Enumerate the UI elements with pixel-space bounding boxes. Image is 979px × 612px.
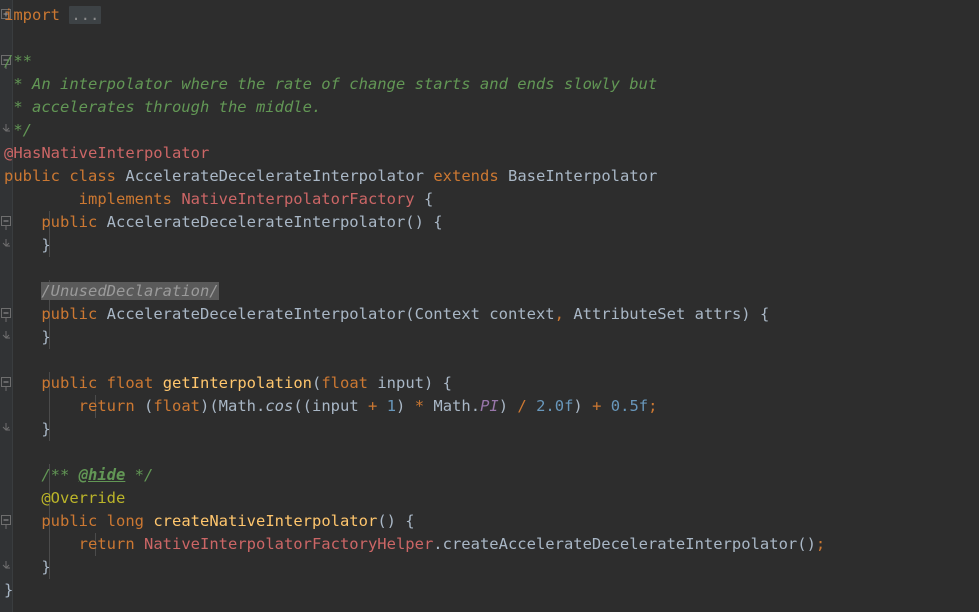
class-math[interactable]: Math — [219, 397, 256, 415]
code-line-23[interactable]: public long createNativeInterpolator() { — [4, 510, 415, 533]
param-type-context[interactable]: Context — [415, 305, 480, 323]
unused-declaration-marker[interactable]: /UnusedDeclaration/ — [41, 282, 218, 300]
code-line-22[interactable]: @Override — [4, 487, 125, 510]
code-line-9[interactable]: implements NativeInterpolatorFactory { — [4, 188, 433, 211]
code-line-17[interactable]: public float getInterpolation(float inpu… — [4, 372, 452, 395]
method-cos[interactable]: cos — [265, 397, 293, 415]
code-line-21[interactable]: /** @hide */ — [4, 464, 153, 487]
code-line-6[interactable]: */ — [4, 119, 32, 142]
annotation-override[interactable]: @Override — [41, 489, 125, 507]
code-line-5[interactable]: * accelerates through the middle. — [4, 96, 321, 119]
javadoc-close: */ — [4, 121, 32, 139]
code-line-14[interactable]: public AccelerateDecelerateInterpolator(… — [4, 303, 769, 326]
code-line-26[interactable]: } — [4, 579, 13, 602]
javadoc-open: /** — [4, 52, 32, 70]
code-line-7[interactable]: @HasNativeInterpolator — [4, 142, 209, 165]
class-name[interactable]: AccelerateDecelerateInterpolator — [125, 167, 424, 185]
annotation-has-native-interpolator[interactable]: @HasNativeInterpolator — [4, 144, 209, 162]
code-line-13[interactable]: /UnusedDeclaration/ — [4, 280, 219, 303]
class-native-interpolator-factory-helper[interactable]: NativeInterpolatorFactoryHelper — [144, 535, 433, 553]
folded-import-widget[interactable]: ... — [69, 6, 101, 24]
method-create-native-interpolator[interactable]: createNativeInterpolator — [153, 512, 377, 530]
constructor-name[interactable]: AccelerateDecelerateInterpolator — [107, 213, 406, 231]
class-math-2[interactable]: Math — [433, 397, 470, 415]
param-type-attributeset[interactable]: AttributeSet — [573, 305, 685, 323]
interface-name[interactable]: NativeInterpolatorFactory — [181, 190, 414, 208]
code-line-1[interactable]: import ... — [4, 4, 101, 27]
code-line-19[interactable]: } — [4, 418, 51, 441]
code-line-10[interactable]: public AccelerateDecelerateInterpolator(… — [4, 211, 443, 234]
code-line-15[interactable]: } — [4, 326, 51, 349]
method-get-interpolation[interactable]: getInterpolation — [163, 374, 312, 392]
code-line-18[interactable]: return (float)(Math.cos((input + 1) * Ma… — [4, 395, 657, 418]
javadoc-tag-hide[interactable]: @hide — [79, 466, 126, 484]
constructor-name-2[interactable]: AccelerateDecelerateInterpolator — [107, 305, 406, 323]
code-line-24[interactable]: return NativeInterpolatorFactoryHelper.c… — [4, 533, 825, 556]
code-text-area[interactable]: import ... /** * An interpolator where t… — [0, 0, 979, 612]
code-line-8[interactable]: public class AccelerateDecelerateInterpo… — [4, 165, 657, 188]
code-line-25[interactable]: } — [4, 556, 51, 579]
code-line-4[interactable]: * An interpolator where the rate of chan… — [4, 73, 657, 96]
keyword-import: import — [4, 6, 60, 24]
javadoc-text-1: * An interpolator where the rate of chan… — [4, 75, 657, 93]
code-line-3[interactable]: /** — [4, 50, 32, 73]
code-editor[interactable]: import ... /** * An interpolator where t… — [0, 0, 979, 612]
code-line-11[interactable]: } — [4, 234, 51, 257]
javadoc-text-2: * accelerates through the middle. — [4, 98, 321, 116]
field-pi[interactable]: PI — [480, 397, 499, 415]
superclass-name[interactable]: BaseInterpolator — [508, 167, 657, 185]
